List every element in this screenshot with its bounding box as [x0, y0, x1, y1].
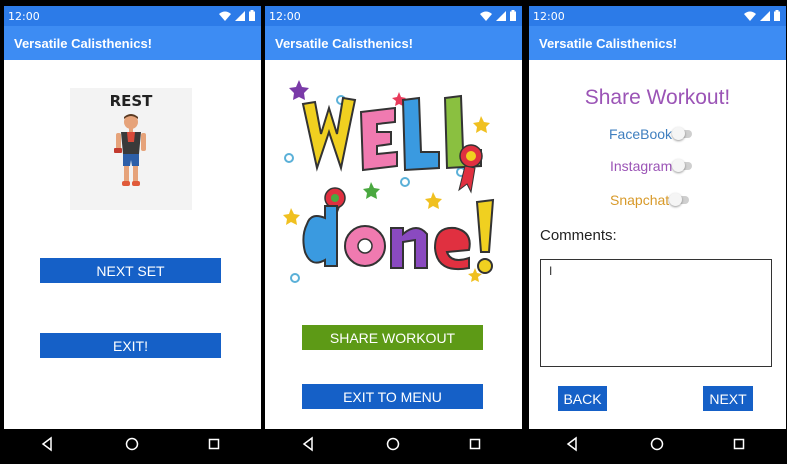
wifi-icon [744, 11, 756, 21]
app-bar: Versatile Calisthenics! [265, 26, 522, 60]
instagram-label: Instagram [610, 158, 673, 174]
status-bar: 12:00 [4, 6, 261, 26]
home-circle-icon[interactable] [649, 436, 665, 452]
app-title: Versatile Calisthenics! [539, 36, 678, 51]
recent-square-icon[interactable] [206, 436, 222, 452]
snapchat-label: Snapchat [610, 192, 670, 208]
app-bar: Versatile Calisthenics! [529, 26, 786, 60]
instagram-toggle[interactable] [672, 159, 693, 172]
status-time: 12:00 [8, 10, 40, 23]
signal-icon [496, 10, 506, 21]
facebook-label: FaceBook [609, 126, 673, 142]
well-done-illustration [283, 80, 495, 283]
recent-square-icon[interactable] [731, 436, 747, 452]
signal-icon [235, 10, 245, 21]
app-bar: Versatile Calisthenics! [4, 26, 261, 60]
facebook-toggle[interactable] [672, 127, 693, 140]
back-triangle-icon[interactable] [301, 436, 317, 452]
share-workout-button[interactable]: SHARE WORKOUT [302, 325, 483, 350]
facebook-row: FaceBook [609, 124, 693, 144]
comments-label: Comments: [540, 227, 617, 244]
home-circle-icon[interactable] [385, 436, 401, 452]
nav-bar [265, 429, 522, 458]
nav-bar [4, 429, 261, 458]
comments-input[interactable]: I [540, 259, 772, 367]
battery-icon [774, 10, 780, 21]
battery-icon [510, 10, 516, 21]
app-title: Versatile Calisthenics! [14, 36, 153, 51]
app-title: Versatile Calisthenics! [275, 36, 414, 51]
instagram-row: Instagram [610, 156, 693, 176]
signal-icon [760, 10, 770, 21]
next-button[interactable]: NEXT [703, 386, 753, 411]
rest-image: REST [70, 88, 192, 210]
well-done-screen: 12:00 Versatile Calisthenics! SHARE WORK… [265, 6, 522, 458]
home-circle-icon[interactable] [124, 436, 140, 452]
back-button[interactable]: BACK [558, 386, 607, 411]
status-bar: 12:00 [529, 6, 786, 26]
rest-screen: 12:00 Versatile Calisthenics! REST NEXT … [4, 6, 261, 458]
status-bar: 12:00 [265, 6, 522, 26]
status-time: 12:00 [269, 10, 301, 23]
snapchat-row: Snapchat [610, 190, 690, 210]
battery-icon [249, 10, 255, 21]
nav-bar [529, 429, 786, 458]
back-triangle-icon[interactable] [565, 436, 581, 452]
wifi-icon [219, 11, 231, 21]
share-workout-screen: 12:00 Versatile Calisthenics! Share Work… [529, 6, 786, 458]
exit-button[interactable]: EXIT! [40, 333, 221, 358]
next-set-button[interactable]: NEXT SET [40, 258, 221, 283]
back-triangle-icon[interactable] [40, 436, 56, 452]
snapchat-toggle[interactable] [669, 193, 690, 206]
resting-person-icon [114, 114, 146, 186]
wifi-icon [480, 11, 492, 21]
status-time: 12:00 [533, 10, 565, 23]
recent-square-icon[interactable] [467, 436, 483, 452]
exit-to-menu-button[interactable]: EXIT TO MENU [302, 384, 483, 409]
share-title: Share Workout! [584, 86, 731, 109]
rest-image-text: REST [109, 92, 153, 110]
